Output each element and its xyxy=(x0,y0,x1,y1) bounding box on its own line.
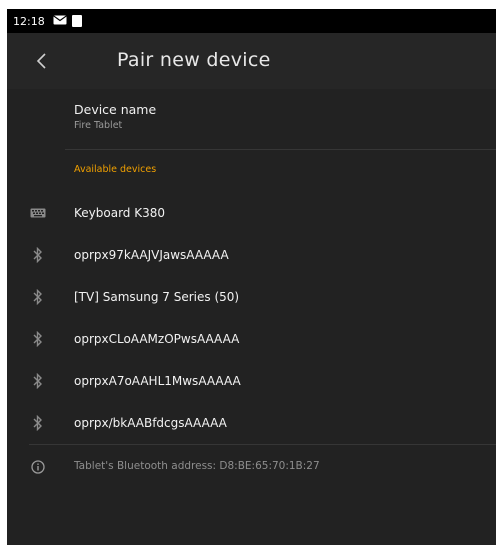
device-row[interactable]: [TV] Samsung 7 Series (50) xyxy=(7,276,496,318)
device-label: [TV] Samsung 7 Series (50) xyxy=(74,290,240,304)
device-name-setting[interactable]: Device name Fire Tablet xyxy=(7,89,496,149)
keyboard-icon xyxy=(29,204,47,222)
status-bar: 12:18 xyxy=(7,9,496,33)
screen: 12:18 Pair new device Device name Fire T… xyxy=(7,9,496,545)
mail-icon xyxy=(52,14,67,28)
back-button[interactable] xyxy=(29,49,53,73)
bluetooth-icon xyxy=(29,246,47,264)
device-row[interactable]: oprpx97kAAJVJawsAAAAA xyxy=(7,234,496,276)
device-name-value: Fire Tablet xyxy=(74,120,123,131)
device-label: oprpx/bkAABfdcgsAAAAA xyxy=(74,416,227,430)
device-row[interactable]: oprpx/bkAABfdcgsAAAAA xyxy=(7,402,496,444)
bluetooth-icon xyxy=(29,330,47,348)
bluetooth-address-info: Tablet's Bluetooth address: D8:BE:65:70:… xyxy=(7,445,496,489)
chevron-left-icon xyxy=(36,53,46,69)
device-name-title: Device name xyxy=(74,102,157,117)
info-icon xyxy=(29,458,47,476)
device-label: oprpxA7oAAHL1MwsAAAAA xyxy=(74,374,241,388)
settings-list: Device name Fire Tablet Available device… xyxy=(7,89,496,489)
app-bar: Pair new device xyxy=(7,33,496,89)
available-devices-header: Available devices xyxy=(7,150,496,192)
bluetooth-address-text: Tablet's Bluetooth address: D8:BE:65:70:… xyxy=(74,460,320,472)
available-devices-label: Available devices xyxy=(74,164,157,175)
bluetooth-icon xyxy=(29,372,47,390)
notification-square-icon xyxy=(71,15,82,27)
device-row-keyboard[interactable]: Keyboard K380 xyxy=(7,192,496,234)
device-label: Keyboard K380 xyxy=(74,206,165,220)
status-time: 12:18 xyxy=(13,14,45,28)
bluetooth-icon xyxy=(29,414,47,432)
page-title: Pair new device xyxy=(117,49,271,71)
device-label: oprpxCLoAAMzOPwsAAAAA xyxy=(74,332,240,346)
bluetooth-icon xyxy=(29,288,47,306)
device-label: oprpx97kAAJVJawsAAAAA xyxy=(74,248,229,262)
device-row[interactable]: oprpxCLoAAMzOPwsAAAAA xyxy=(7,318,496,360)
device-row[interactable]: oprpxA7oAAHL1MwsAAAAA xyxy=(7,360,496,402)
